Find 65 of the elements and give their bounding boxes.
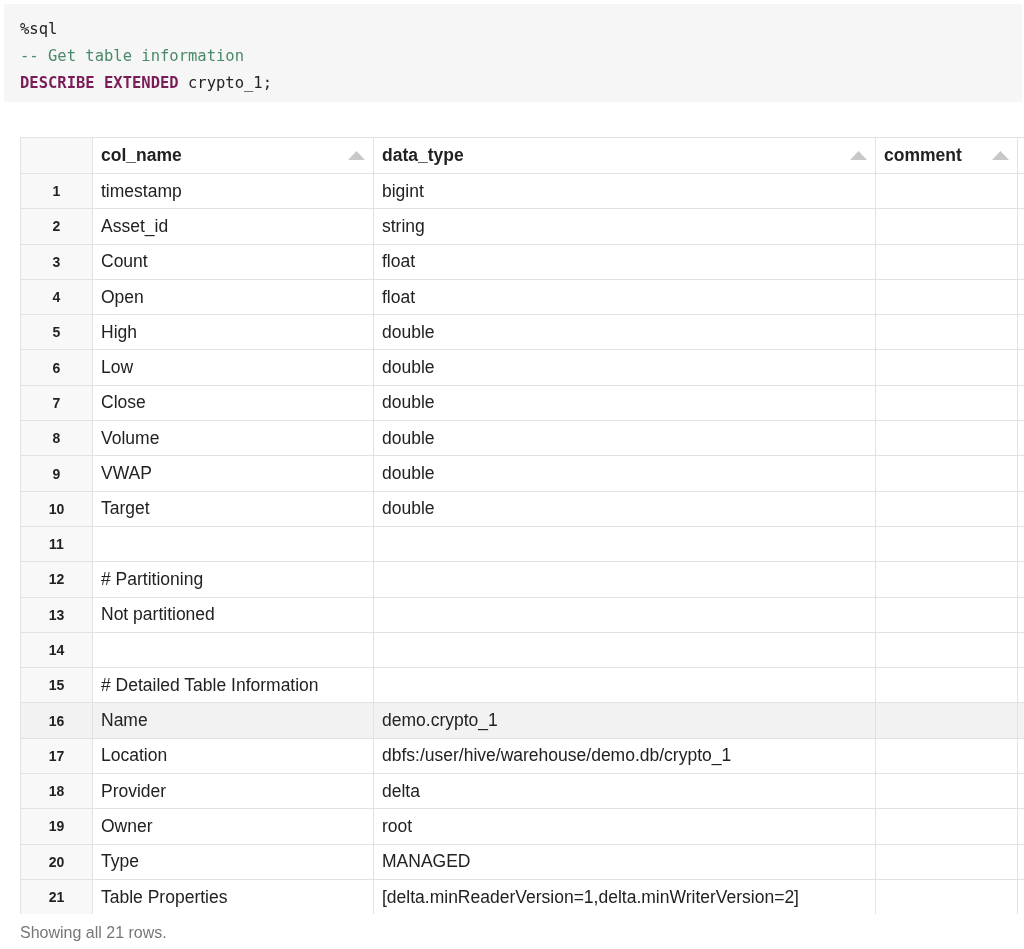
row-count-text: Showing all 21 rows.	[20, 924, 168, 942]
table-cell: dbfs:/user/hive/warehouse/demo.db/crypto_1	[373, 738, 876, 774]
row-number: 2	[20, 208, 93, 245]
row-number: 8	[20, 420, 93, 456]
table-cell: delta	[373, 773, 876, 809]
table-cell: Open	[92, 279, 374, 315]
table-cell: float	[373, 279, 876, 315]
row-number: 18	[20, 773, 93, 809]
row-number: 14	[20, 632, 93, 668]
row-number: 1	[20, 173, 93, 209]
column-header[interactable]: data_type	[373, 137, 876, 174]
table-cell: double	[373, 314, 876, 350]
row-number: 11	[20, 526, 93, 562]
row-number: 4	[20, 279, 93, 315]
table-cell: Type	[92, 844, 374, 880]
row-number: 21	[20, 879, 93, 914]
table-cell: Asset_id	[92, 208, 374, 245]
table-cell: Not partitioned	[92, 597, 374, 633]
row-number: 7	[20, 385, 93, 421]
code-text: crypto_1;	[186, 74, 272, 92]
row-number: 10	[20, 491, 93, 527]
row-number: 6	[20, 350, 93, 386]
table-cell: root	[373, 808, 876, 845]
row-number: 13	[20, 597, 93, 633]
row-number: 16	[20, 702, 93, 739]
table-cell: string	[373, 208, 876, 245]
sort-icon[interactable]	[348, 151, 365, 160]
row-number: 12	[20, 561, 93, 598]
table-cell: High	[92, 314, 374, 350]
column-header[interactable]: col_name	[92, 137, 374, 174]
table-cell: double	[373, 420, 876, 456]
table-cell: Target	[92, 491, 374, 527]
row-number: 20	[20, 844, 93, 880]
table-cell: Count	[92, 244, 374, 280]
table-cell: double	[373, 350, 876, 386]
row-number: 3	[20, 244, 93, 280]
table-cell: Provider	[92, 773, 374, 809]
table-cell: float	[373, 244, 876, 280]
table-cell: Name	[92, 702, 374, 739]
code-text: -- Get table information	[20, 47, 244, 65]
table-cell: Location	[92, 738, 374, 774]
table-cell: # Partitioning	[92, 561, 374, 598]
table-cell: demo.crypto_1	[373, 702, 876, 739]
table-cell: double	[373, 385, 876, 421]
table-cell: double	[373, 455, 876, 492]
row-number: 9	[20, 455, 93, 492]
table-cell: Owner	[92, 808, 374, 845]
table-cell: bigint	[373, 173, 876, 209]
table-cell: Low	[92, 350, 374, 386]
row-number: 19	[20, 808, 93, 845]
table-cell: Close	[92, 385, 374, 421]
table-cell: Volume	[92, 420, 374, 456]
code-text: DESCRIBE EXTENDED	[20, 74, 179, 92]
row-number: 17	[20, 738, 93, 774]
sort-icon[interactable]	[992, 151, 1009, 160]
table-cell: timestamp	[92, 173, 374, 209]
row-number: 5	[20, 314, 93, 350]
row-number: 15	[20, 667, 93, 703]
table-cell: MANAGED	[373, 844, 876, 880]
sort-icon[interactable]	[850, 151, 867, 160]
column-header[interactable]: comment	[875, 137, 1018, 174]
table-cell: # Detailed Table Information	[92, 667, 374, 703]
table-cell: double	[373, 491, 876, 527]
table-cell: VWAP	[92, 455, 374, 492]
code-text: %sql	[20, 20, 58, 38]
